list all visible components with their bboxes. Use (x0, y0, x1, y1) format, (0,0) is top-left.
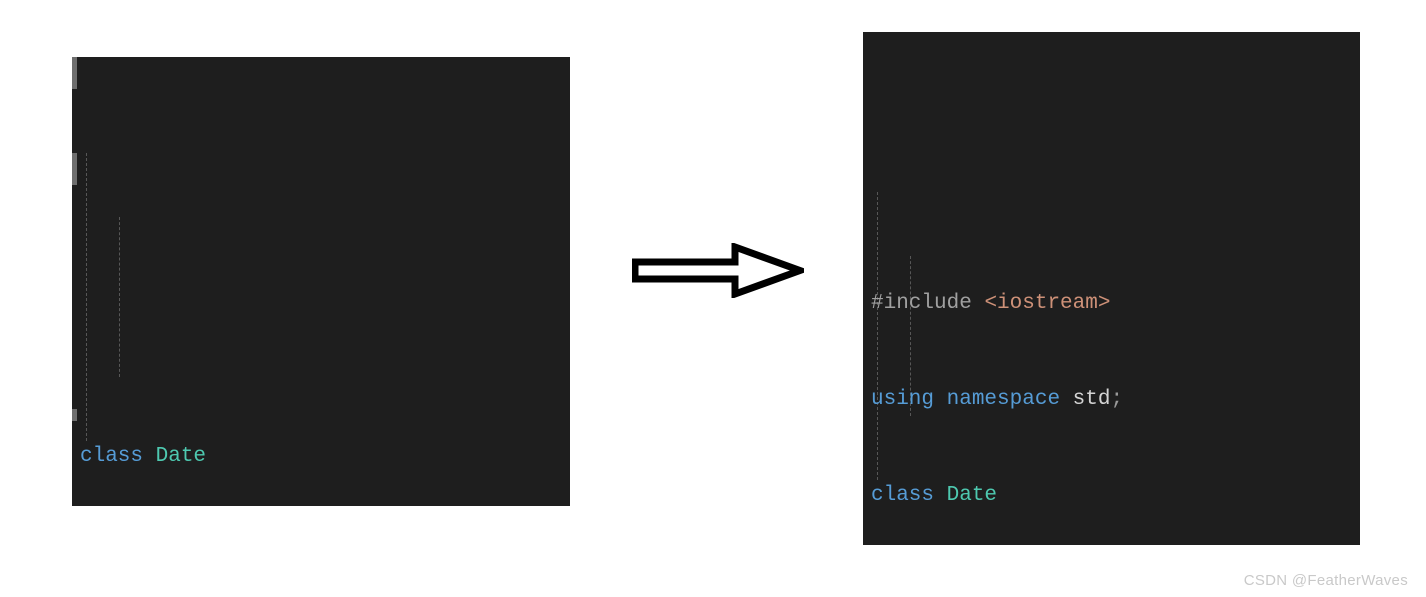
code-line[interactable]: class Date (871, 480, 1360, 512)
code-line[interactable]: class Date (80, 441, 570, 473)
right-arrow (631, 242, 811, 299)
change-bar-indicator (72, 57, 77, 89)
code-block-after[interactable]: #include <iostream> using namespace std;… (863, 32, 1360, 545)
code-line[interactable]: using namespace std; (871, 384, 1360, 416)
code-line[interactable]: #include <iostream> (871, 288, 1360, 320)
code-lines-before: class Date { public: void show() const {… (72, 377, 570, 506)
watermark: CSDN @FeatherWaves (1243, 572, 1408, 589)
indent-guide (119, 217, 121, 377)
code-lines-after: #include <iostream> using namespace std;… (863, 224, 1360, 545)
change-bar-indicator (72, 153, 77, 185)
code-block-before[interactable]: class Date { public: void show() const {… (72, 57, 570, 506)
